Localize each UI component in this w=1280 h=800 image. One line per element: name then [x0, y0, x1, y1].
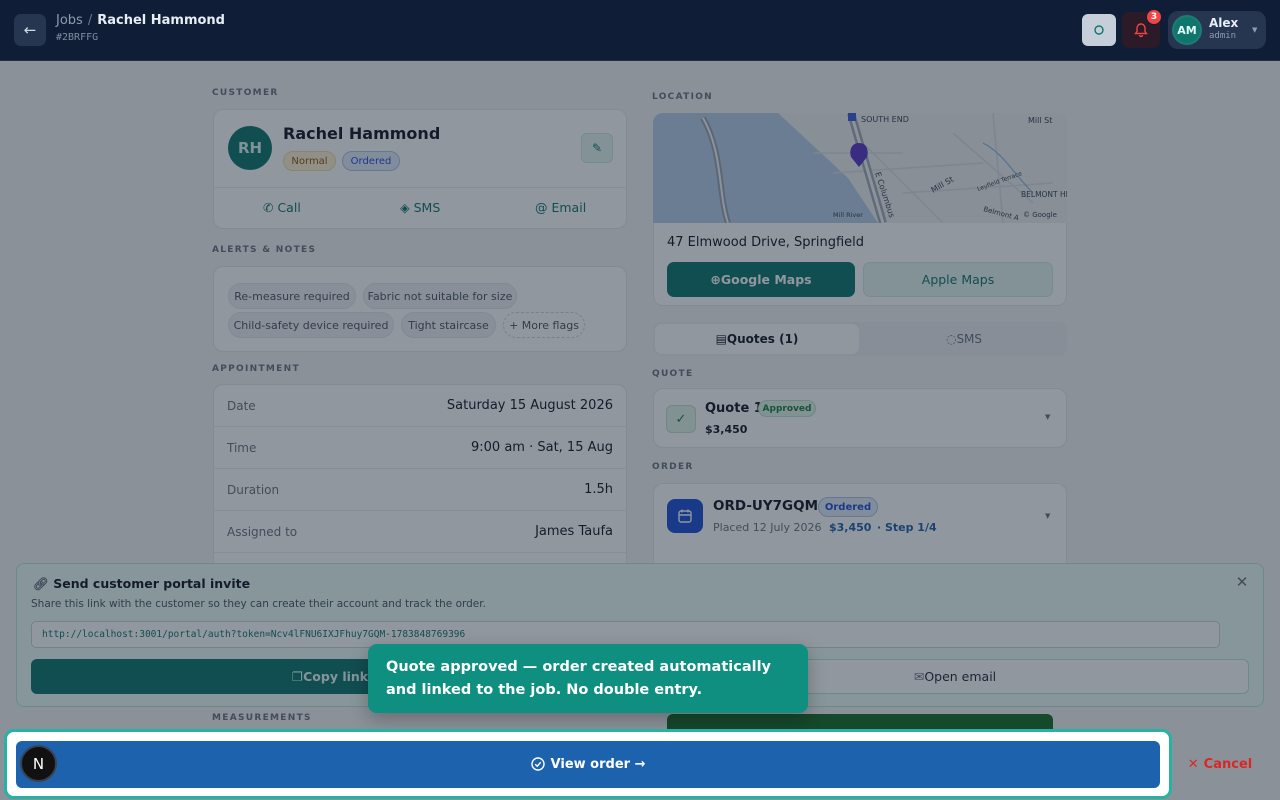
- check-circle-icon: [530, 756, 545, 773]
- avatar: AM: [1172, 15, 1202, 45]
- breadcrumb-jobs-link[interactable]: Jobs: [56, 13, 83, 28]
- arrow-left-icon: ←: [23, 21, 37, 39]
- user-menu[interactable]: AM Alex admin ▼: [1168, 11, 1266, 49]
- tour-tooltip: Quote approved — order created automatic…: [368, 644, 808, 713]
- chevron-down-icon: ▼: [1252, 26, 1258, 34]
- refresh-button[interactable]: [1082, 14, 1116, 46]
- breadcrumb-current: Rachel Hammond: [97, 13, 225, 28]
- breadcrumb-separator: /: [87, 13, 93, 28]
- job-id: #2BRFFG: [56, 32, 99, 43]
- close-icon: ✕: [1187, 756, 1199, 772]
- refresh-icon: [1094, 25, 1104, 35]
- app-logo[interactable]: N: [20, 745, 57, 782]
- breadcrumb: Jobs / Rachel Hammond: [56, 13, 225, 28]
- cancel-button[interactable]: ✕ Cancel: [1180, 748, 1260, 780]
- user-name: Alex: [1209, 16, 1239, 30]
- notification-badge: 3: [1146, 9, 1162, 25]
- user-role: admin: [1209, 31, 1237, 41]
- bell-icon: [1134, 23, 1148, 38]
- view-order-button[interactable]: View order →: [16, 741, 1160, 788]
- back-button[interactable]: ←: [14, 14, 46, 46]
